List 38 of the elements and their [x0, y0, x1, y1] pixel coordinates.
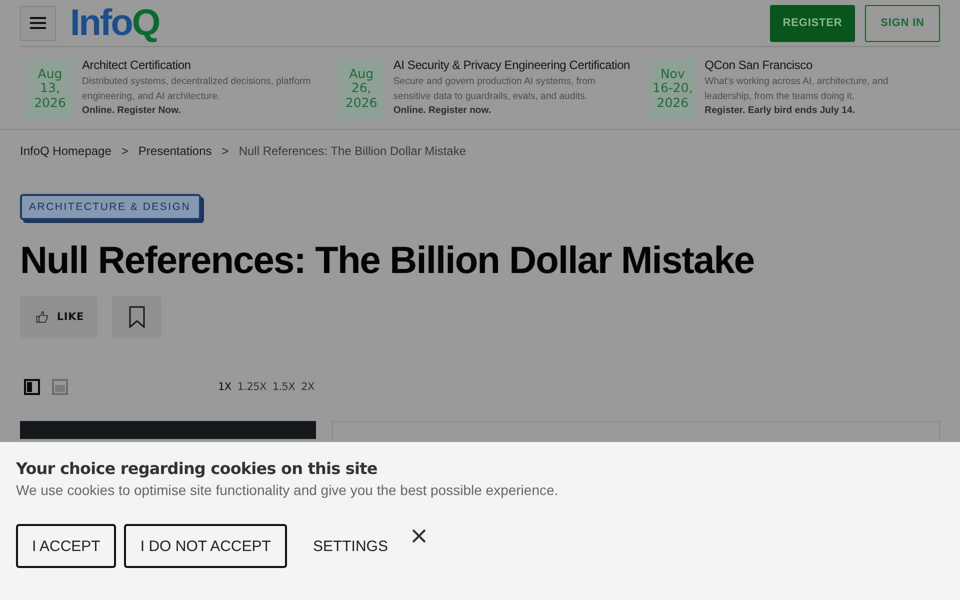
playback-speed-option[interactable]: 1.25X: [237, 381, 266, 393]
cookie-choice-button[interactable]: I DO NOT ACCEPT: [124, 524, 287, 568]
close-icon[interactable]: [412, 529, 426, 543]
event-description: Distributed systems, decentralized decisions, platform engineering, and AI architecture.: [82, 75, 312, 104]
event-title[interactable]: QCon San Francisco: [704, 58, 812, 73]
event-call-to-action[interactable]: Online. Register now.: [393, 104, 492, 117]
event-date: Aug 13, 2026: [26, 58, 74, 119]
bookmark-icon: [128, 306, 144, 328]
thumbs-up-icon: [36, 309, 49, 325]
settings-button[interactable]: SETTINGS: [298, 524, 402, 568]
breadcrumb-separator: >: [121, 144, 128, 158]
cookie-choice-button[interactable]: I ACCEPT: [16, 524, 116, 568]
event-call-to-action[interactable]: Online. Register Now.: [82, 104, 181, 117]
event-date: Aug 26, 2026: [337, 58, 386, 119]
event-call-to-action[interactable]: Register. Early bird ends July 14.: [704, 104, 856, 117]
event-description: What's working across AI, architecture, and leadership, from the teams doing it.: [704, 75, 890, 104]
menu-button[interactable]: [20, 6, 56, 40]
cookie-banner-text: We use cookies to optimise site functionality and give you the best possible experience.: [16, 482, 558, 498]
infoq-logo[interactable]: InfoQ: [70, 5, 160, 41]
event-date: Nov 16-20, 2026: [648, 58, 697, 119]
register-button[interactable]: REGISTER: [770, 4, 855, 42]
like-button[interactable]: LIKE: [20, 296, 97, 338]
playback-speed-option[interactable]: 1X: [218, 381, 232, 393]
page-title: Null References: The Billion Dollar Mistake: [20, 240, 754, 282]
event-title[interactable]: Architect Certification: [82, 58, 191, 73]
breadcrumb-item[interactable]: InfoQ Homepage: [20, 144, 112, 158]
event-description: Secure and govern production AI systems, from sensitive data to guardrails, evals, and audits.: [393, 75, 596, 104]
breadcrumb-separator: >: [222, 144, 229, 158]
playback-speed-option[interactable]: 2X: [301, 381, 314, 393]
split-view-icon[interactable]: [24, 379, 40, 395]
breadcrumb-item: Null References: The Billion Dollar Mistake: [238, 144, 466, 158]
cookie-banner-title: Your choice regarding cookies on this site: [16, 459, 378, 479]
breadcrumb-item[interactable]: Presentations: [138, 144, 212, 158]
playback-speed-option[interactable]: 1.5X: [272, 381, 296, 393]
event-title[interactable]: AI Security & Privacy Engineering Certification: [393, 58, 630, 73]
bookmark-button[interactable]: [112, 296, 161, 338]
menu-icon: [30, 17, 46, 29]
topic-tag[interactable]: ARCHITECTURE & DESIGN: [20, 194, 201, 220]
